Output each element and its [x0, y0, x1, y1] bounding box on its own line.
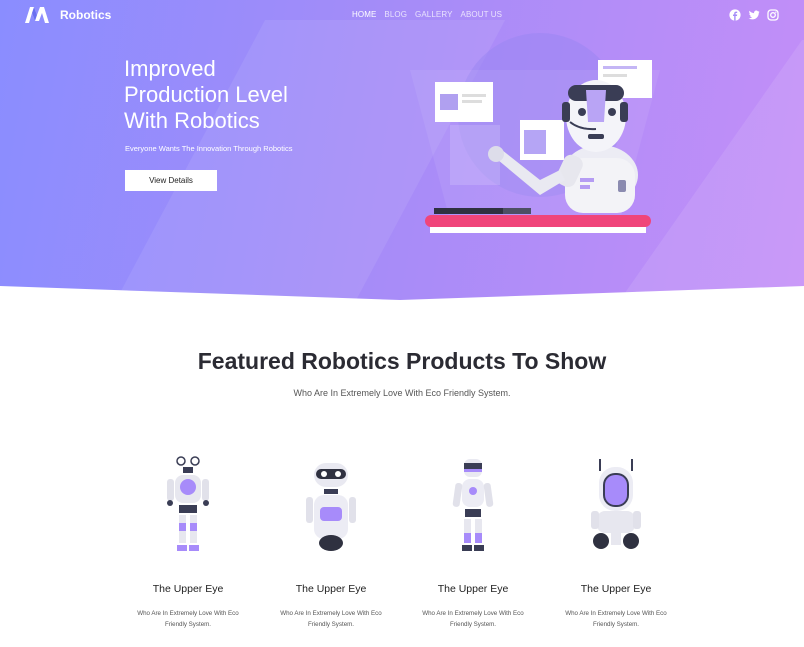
product-name: The Upper Eye	[152, 583, 224, 595]
product-name: The Upper Eye	[580, 583, 652, 595]
featured-title: Featured Robotics Products To Show	[197, 348, 607, 374]
product-card[interactable]: The Upper Eye Who Are In Extremely Love …	[546, 455, 686, 630]
brand-name[interactable]: Robotics	[60, 8, 111, 22]
twitter-icon[interactable]	[748, 8, 760, 20]
product-description: Who Are In Extremely Love With Eco Frien…	[565, 610, 667, 628]
product-card[interactable]: The Upper Eye Who Are In Extremely Love …	[261, 455, 401, 630]
product-list: The Upper Eye Who Are In Extremely Love …	[0, 455, 804, 645]
facebook-icon[interactable]	[729, 8, 741, 21]
menu-item-blog[interactable]: BLOG	[384, 10, 407, 19]
robot-capsule-icon	[591, 459, 641, 549]
robot-at-desk-illustration	[410, 33, 660, 233]
product-description: Who Are In Extremely Love With Eco Frien…	[137, 610, 239, 628]
robot-round-head-icon	[306, 463, 356, 551]
hero-subtitle: Everyone Wants The Innovation Through Ro…	[125, 144, 293, 153]
instagram-icon[interactable]	[767, 8, 779, 21]
robot-visor-icon	[452, 459, 494, 551]
menu-item-gallery[interactable]: GALLERY	[415, 10, 452, 19]
top-nav: Robotics HOME BLOG GALLERY ABOUT US	[0, 0, 804, 30]
product-name: The Upper Eye	[437, 583, 509, 595]
social-links	[729, 8, 779, 21]
logo-icon[interactable]	[24, 6, 50, 24]
product-description: Who Are In Extremely Love With Eco Frien…	[422, 610, 524, 628]
product-card[interactable]: The Upper Eye Who Are In Extremely Love …	[118, 455, 258, 630]
hero-title: Improved Production Level With Robotics	[124, 56, 288, 133]
main-menu: HOME BLOG GALLERY ABOUT US	[352, 10, 502, 19]
hero-section: Robotics HOME BLOG GALLERY ABOUT US Impr…	[0, 0, 804, 300]
product-name: The Upper Eye	[295, 583, 367, 595]
menu-item-about-us[interactable]: ABOUT US	[461, 10, 503, 19]
featured-subtitle: Who Are In Extremely Love With Eco Frien…	[293, 388, 511, 398]
robot-upper-eye-icon	[167, 456, 209, 551]
view-details-button[interactable]: View Details	[125, 170, 217, 191]
product-description: Who Are In Extremely Love With Eco Frien…	[280, 610, 382, 628]
menu-item-home[interactable]: HOME	[352, 10, 376, 19]
product-card[interactable]: The Upper Eye Who Are In Extremely Love …	[403, 455, 543, 630]
